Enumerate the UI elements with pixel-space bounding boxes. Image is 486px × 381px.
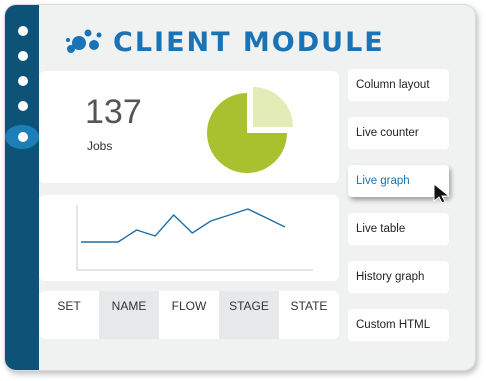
- history-graph-button[interactable]: History graph: [348, 261, 449, 293]
- graph-series-line: [81, 208, 286, 243]
- column-header-stage[interactable]: STAGE: [219, 291, 279, 339]
- table-card: SET NAME FLOW STAGE STATE: [39, 291, 339, 339]
- mouse-pointer-icon: [433, 183, 451, 204]
- sidebar-dot-5[interactable]: [18, 132, 28, 142]
- column-header-name[interactable]: NAME: [99, 291, 159, 339]
- custom-html-button[interactable]: Custom HTML: [348, 309, 449, 341]
- jobs-count: 137: [85, 93, 142, 131]
- sidebar-dot-4[interactable]: [18, 101, 28, 111]
- sidebar: [5, 5, 39, 370]
- molecule-logo-icon: [66, 29, 102, 53]
- jobs-label: Jobs: [87, 139, 113, 153]
- column-header-set[interactable]: SET: [39, 291, 99, 339]
- sidebar-dot-2[interactable]: [18, 51, 28, 61]
- pie-chart: [207, 87, 293, 173]
- column-layout-button[interactable]: Column layout: [348, 69, 449, 101]
- app-title: CLIENT MODULE: [113, 26, 385, 58]
- brand-header: CLIENT MODULE: [65, 25, 385, 59]
- graph-card: [39, 195, 339, 281]
- table-header: SET NAME FLOW STAGE STATE: [39, 291, 339, 339]
- live-counter-button[interactable]: Live counter: [348, 117, 449, 149]
- column-header-flow[interactable]: FLOW: [159, 291, 219, 339]
- sidebar-dot-1[interactable]: [18, 26, 28, 36]
- sidebar-dot-3[interactable]: [18, 76, 28, 86]
- line-graph: [76, 205, 313, 271]
- live-table-button[interactable]: Live table: [348, 213, 449, 245]
- stats-card: 137 Jobs: [39, 71, 339, 183]
- client-module-window: CLIENT MODULE 137 Jobs SET NAME FLOW STA…: [4, 4, 476, 371]
- pie-slice-minor: [253, 87, 293, 127]
- column-header-state[interactable]: STATE: [279, 291, 339, 339]
